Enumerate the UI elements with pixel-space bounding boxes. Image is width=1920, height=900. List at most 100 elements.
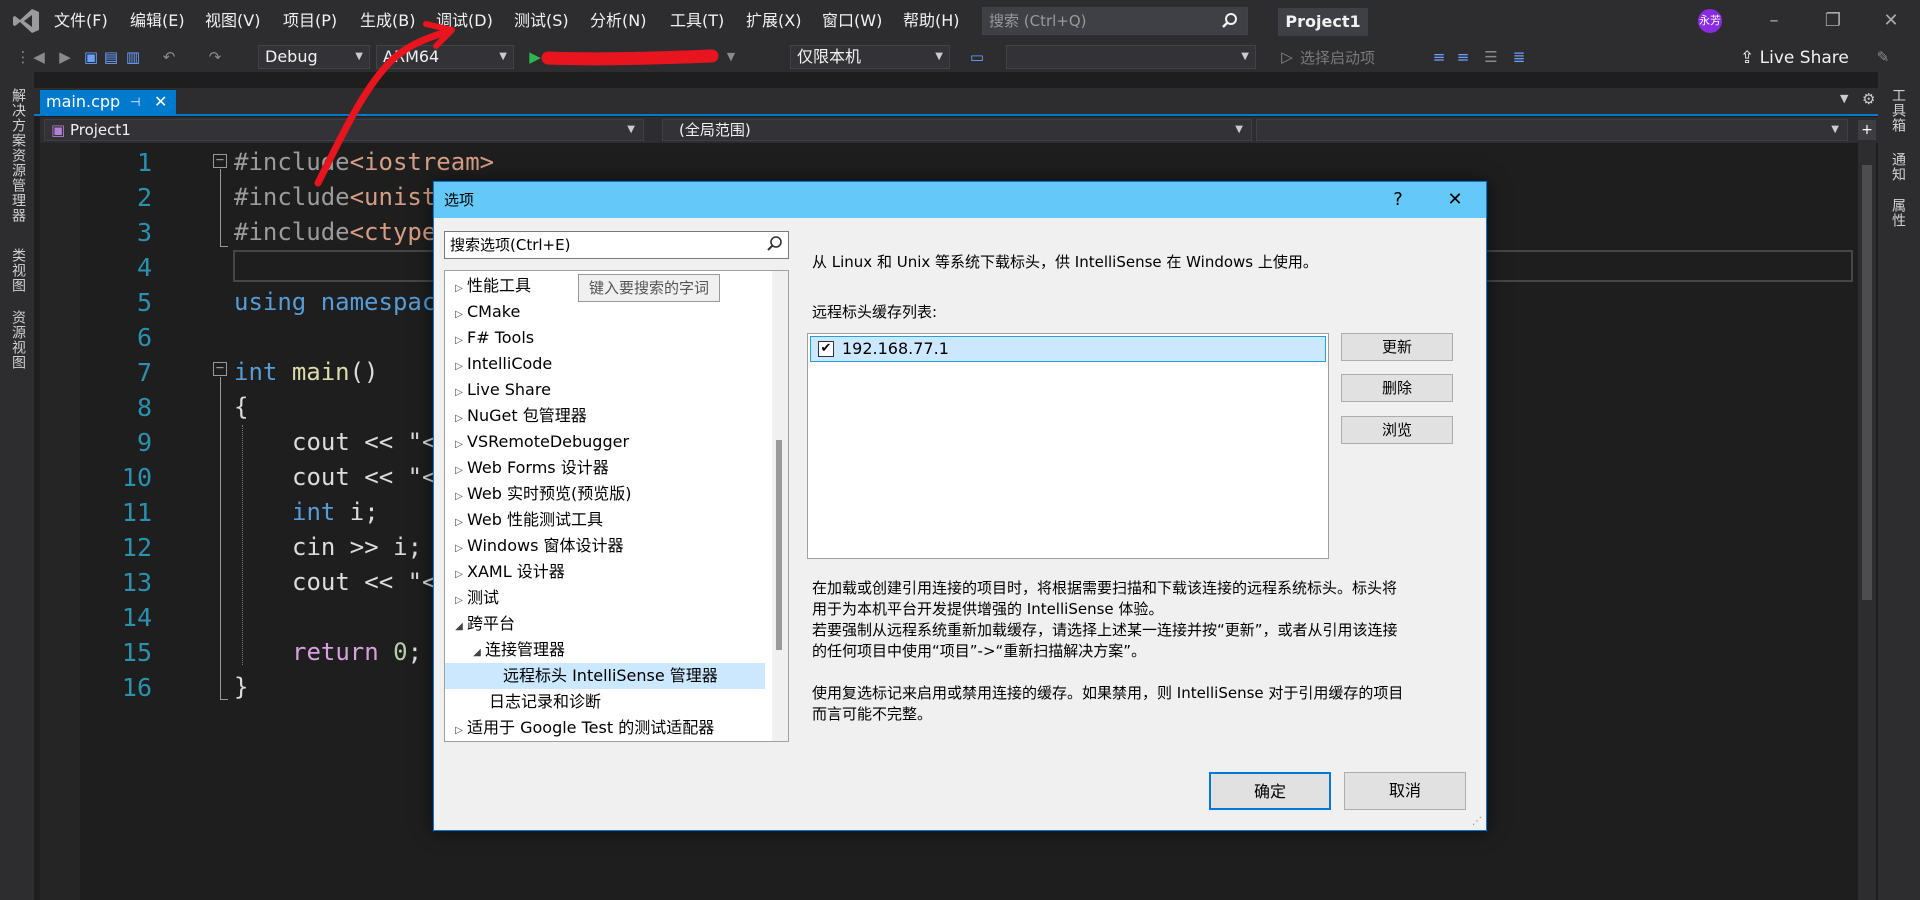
resize-grip-icon[interactable]: ⋰ — [1472, 816, 1482, 827]
tree-item-xaml[interactable]: ▷ XAML 设计器 — [445, 559, 765, 585]
tab-close-icon[interactable]: ✕ — [154, 90, 167, 114]
dialog-help-button[interactable]: ? — [1380, 182, 1416, 218]
tab-main-cpp[interactable]: main.cpp ⊣ ✕ — [40, 90, 176, 114]
cache-enabled-checkbox[interactable]: ✔ — [818, 341, 834, 357]
delete-button[interactable]: 删除 — [1341, 374, 1453, 402]
tree-item-google-test[interactable]: ▷ 适用于 Google Test 的测试适配器 — [445, 715, 765, 741]
tree-item-vsremotedebugger[interactable]: ▷ VSRemoteDebugger — [445, 429, 765, 455]
ok-button[interactable]: 确定 — [1209, 772, 1331, 810]
pin-icon[interactable]: ⊣ — [130, 90, 140, 114]
menu-build[interactable]: 生成(B) — [360, 10, 415, 32]
tree-item-fsharp[interactable]: ▷ F# Tools — [445, 325, 765, 351]
feedback-icon[interactable]: ✎ — [1872, 45, 1894, 69]
menu-help[interactable]: 帮助(H) — [903, 10, 960, 32]
align-right-icon[interactable]: ≡ — [1452, 45, 1474, 69]
debug-target-value: 仅限本机 — [797, 47, 862, 66]
tree-item-cross-platform[interactable]: ◢ 跨平台 — [445, 611, 765, 637]
comment-icon[interactable]: ≣ — [1508, 45, 1530, 69]
tree-item-test[interactable]: ▷ 测试 — [445, 585, 765, 611]
visual-studio-logo-icon — [13, 9, 39, 33]
nav-scope-dropdown[interactable]: (全局范围) ▼ — [662, 119, 1252, 141]
start-item-icon[interactable]: ▷ — [1276, 45, 1298, 69]
window-close-button[interactable]: ✕ — [1876, 8, 1906, 34]
tree-item-cmake[interactable]: ▷ CMake — [445, 299, 765, 325]
properties-tab[interactable]: 属性 — [1888, 198, 1908, 228]
save-icon[interactable]: ▤ — [100, 45, 122, 69]
cancel-button[interactable]: 取消 — [1344, 772, 1466, 810]
device-icon[interactable]: ▭ — [966, 45, 988, 69]
solution-platform-dropdown[interactable]: ARM64 ▼ — [376, 45, 514, 69]
tree-item-logging[interactable]: 日志记录和诊断 — [445, 689, 765, 715]
dialog-title-bar[interactable]: 选项 — [434, 182, 1486, 218]
indent-guide — [242, 425, 243, 665]
tree-item-intellicode[interactable]: ▷ IntelliCode — [445, 351, 765, 377]
restore-button[interactable]: ❐ — [1818, 8, 1848, 34]
dialog-close-button[interactable]: ✕ — [1437, 182, 1473, 218]
tree-scroll-thumb[interactable] — [776, 440, 782, 650]
tree-item-nuget[interactable]: ▷ NuGet 包管理器 — [445, 403, 765, 429]
collapse-region-icon[interactable]: − — [213, 153, 227, 168]
global-search-input[interactable]: 搜索 (Ctrl+Q) — [982, 7, 1248, 35]
tree-item-connection-manager[interactable]: ◢ 连接管理器 — [445, 637, 765, 663]
menu-file[interactable]: 文件(F) — [54, 10, 108, 32]
tree-item-live-share[interactable]: ▷ Live Share — [445, 377, 765, 403]
update-button[interactable]: 更新 — [1341, 333, 1453, 361]
tree-item-remote-headers[interactable]: 远程标头 IntelliSense 管理器 — [445, 663, 765, 689]
nav-member-dropdown[interactable]: ▼ — [1256, 119, 1848, 141]
browse-button[interactable]: 浏览 — [1341, 416, 1453, 444]
tree-item-winforms[interactable]: ▷ Windows 窗体设计器 — [445, 533, 765, 559]
fold-guide — [220, 169, 221, 247]
menu-view[interactable]: 视图(V) — [205, 10, 260, 32]
live-share-label: Live Share — [1759, 48, 1849, 68]
tree-item-web-live-preview[interactable]: ▷ Web 实时预览(预览版) — [445, 481, 765, 507]
code-line: #include<unist — [234, 183, 437, 211]
menu-window[interactable]: 窗口(W) — [822, 10, 882, 32]
menu-tools[interactable]: 工具(T) — [670, 10, 724, 32]
navigate-forward-icon[interactable]: ▶ — [54, 45, 76, 69]
menu-analyze[interactable]: 分析(N) — [590, 10, 646, 32]
navigate-back-icon[interactable]: ◀ — [28, 45, 50, 69]
menu-test[interactable]: 测试(S) — [514, 10, 569, 32]
align-left-icon[interactable]: ≡ — [1428, 45, 1450, 69]
empty-toolbar-dropdown[interactable]: ▼ — [1006, 45, 1256, 69]
solution-explorer-tab[interactable]: 解决方案资源管理器 — [8, 88, 28, 223]
description-line: 而言可能不完整。 — [812, 705, 933, 723]
notifications-tab[interactable]: 通知 — [1888, 152, 1908, 182]
line-number: 5 — [136, 288, 152, 317]
solution-config-dropdown[interactable]: Debug ▼ — [258, 45, 370, 69]
debug-target-dropdown[interactable]: 仅限本机 ▼ — [790, 45, 950, 69]
toolbox-tab[interactable]: 工具箱 — [1888, 88, 1908, 133]
remote-headers-intro: 从 Linux 和 Unix 等系统下载标头，供 IntelliSense 在 … — [812, 253, 1318, 271]
nav-project-dropdown[interactable]: ▣ Project1 ▼ — [44, 119, 644, 141]
live-share-button[interactable]: ⇪ Live Share — [1740, 46, 1849, 70]
header-cache-list[interactable] — [807, 333, 1329, 559]
editor-scroll-thumb[interactable] — [1862, 165, 1872, 600]
redo-icon[interactable]: ↷ — [204, 45, 226, 69]
start-debug-icon[interactable]: ▶ — [524, 45, 546, 69]
menu-project[interactable]: 项目(P) — [283, 10, 337, 32]
startup-item-label[interactable]: 选择启动项 — [1300, 46, 1375, 70]
tree-item-web-perf-test[interactable]: ▷ Web 性能测试工具 — [445, 507, 765, 533]
menu-extensions[interactable]: 扩展(X) — [746, 10, 801, 32]
undo-icon[interactable]: ↶ — [158, 45, 180, 69]
expand-arrow-icon[interactable]: ▷ — [451, 718, 467, 744]
tree-item-web-forms[interactable]: ▷ Web Forms 设计器 — [445, 455, 765, 481]
save-all-icon[interactable]: ▥ — [122, 45, 144, 69]
tab-overflow-icon[interactable]: ▼ — [1840, 92, 1848, 105]
settings-gear-icon[interactable]: ⚙ — [1862, 90, 1875, 108]
split-editor-icon[interactable]: + — [1858, 120, 1876, 140]
menu-debug[interactable]: 调试(D) — [436, 10, 493, 32]
resource-view-tab[interactable]: 资源视图 — [8, 310, 28, 370]
user-avatar[interactable]: 永芳 — [1698, 9, 1722, 33]
new-item-icon[interactable]: ▣ — [80, 45, 102, 69]
line-number: 6 — [136, 323, 152, 352]
code-line: #include<ctype — [234, 218, 437, 246]
list-icon[interactable]: ☰ — [1480, 45, 1502, 69]
debug-dropdown-icon[interactable]: ▼ — [720, 45, 742, 69]
collapse-region-icon[interactable]: − — [213, 361, 227, 376]
menu-edit[interactable]: 编辑(E) — [130, 10, 185, 32]
options-search-input[interactable]: 搜索选项(Ctrl+E) — [444, 231, 789, 259]
class-view-tab[interactable]: 类视图 — [8, 248, 28, 293]
code-line: } — [234, 673, 249, 701]
minimize-button[interactable]: – — [1759, 8, 1789, 34]
